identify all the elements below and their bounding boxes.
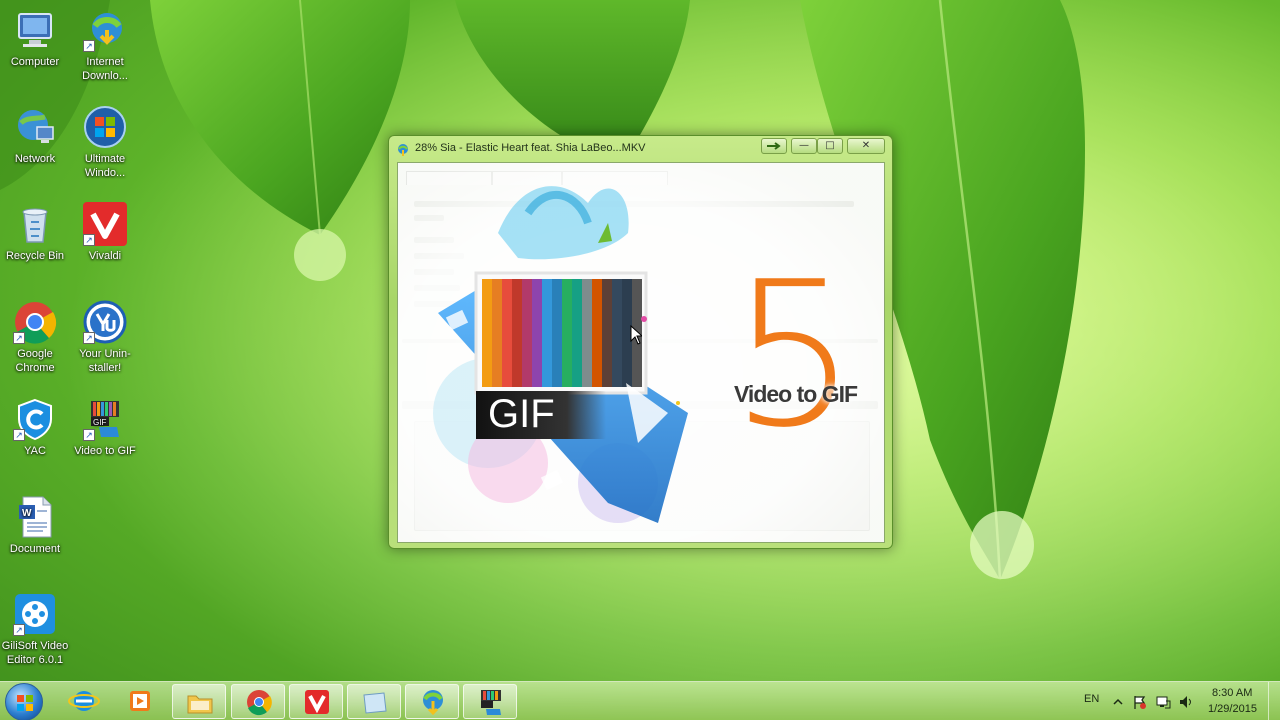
- desktop-icon-computer[interactable]: Computer: [0, 8, 70, 69]
- gif-badge-label: GIF: [488, 392, 555, 436]
- volume-icon[interactable]: [1178, 694, 1194, 710]
- internet-explorer-icon: [68, 691, 100, 711]
- video-to-gif-icon: [481, 690, 501, 715]
- chrome-icon: [247, 690, 272, 716]
- shortcut-arrow-icon: ↗: [83, 429, 95, 441]
- desktop-icon-video-to-gif[interactable]: GIF ↗ Video to GIF: [70, 397, 140, 458]
- taskbar-ie[interactable]: [57, 684, 111, 719]
- taskbar-video-to-gif[interactable]: [463, 684, 517, 719]
- window-title: 28% Sia - Elastic Heart feat. Shia LaBeo…: [415, 142, 646, 154]
- minimize-button[interactable]: —: [791, 138, 817, 154]
- clock-time[interactable]: 8:30 AM: [1212, 687, 1252, 699]
- taskbar: EN 8:30 AM 1/29/2015: [0, 681, 1280, 720]
- media-player-icon: [130, 691, 150, 711]
- svg-text:GIF: GIF: [93, 418, 106, 427]
- chrome-icon: ↗: [13, 300, 57, 344]
- desktop-icon-google-chrome[interactable]: ↗ Google Chrome: [0, 300, 70, 375]
- gilisoft-video-editor-icon: ↗: [13, 592, 57, 636]
- your-uninstaller-icon: ↗: [83, 300, 127, 344]
- taskbar-vivaldi[interactable]: [289, 684, 343, 719]
- action-center-flag-icon[interactable]: [1132, 694, 1148, 710]
- shortcut-arrow-icon: ↗: [13, 624, 25, 636]
- maximize-button[interactable]: □: [817, 138, 843, 154]
- desktop-icon-ultimate-windows[interactable]: Ultimate Windo...: [70, 105, 140, 180]
- version-number: 5: [730, 239, 858, 472]
- shortcut-arrow-icon: ↗: [83, 40, 95, 52]
- internet-download-manager-icon: ↗: [83, 8, 127, 52]
- network-tray-icon[interactable]: [1155, 694, 1171, 710]
- yac-icon: ↗: [13, 397, 57, 441]
- taskbar-blank-window[interactable]: [347, 684, 401, 719]
- shortcut-arrow-icon: ↗: [83, 234, 95, 246]
- arrow-right-icon: [767, 142, 781, 150]
- taskbar-chrome[interactable]: [231, 684, 285, 719]
- maximize-icon: □: [825, 140, 835, 151]
- ultimate-windows-icon: [83, 105, 127, 149]
- desktop-icon-network[interactable]: Network: [0, 105, 70, 166]
- internet-download-manager-icon: [423, 690, 443, 716]
- desktop-icon-yac[interactable]: ↗ YAC: [0, 397, 70, 458]
- video-to-gif-icon: GIF ↗: [83, 397, 127, 441]
- shortcut-arrow-icon: ↗: [83, 332, 95, 344]
- vivaldi-icon: ↗: [83, 202, 127, 246]
- file-explorer-icon: [187, 695, 213, 714]
- taskbar-file-explorer[interactable]: [172, 684, 226, 719]
- desktop-icon-document[interactable]: W Document: [0, 495, 70, 556]
- desktop-icon-vivaldi[interactable]: ↗ Vivaldi: [70, 202, 140, 263]
- color-bars: [482, 279, 642, 387]
- show-hidden-icons-icon[interactable]: [1112, 696, 1124, 708]
- vivaldi-icon: [305, 690, 329, 714]
- close-icon: ✕: [861, 140, 871, 151]
- window-client-area: GIF 5 Video to GIF: [397, 162, 885, 543]
- svg-text:W: W: [22, 508, 32, 519]
- clock-date[interactable]: 1/29/2015: [1208, 703, 1257, 715]
- desktop-icon-your-uninstaller[interactable]: ↗ Your Unin-staller!: [70, 300, 140, 375]
- product-name: Video to GIF: [734, 381, 858, 407]
- shortcut-arrow-icon: ↗: [13, 429, 25, 441]
- word-document-icon: W: [13, 495, 57, 539]
- minimize-icon: —: [799, 140, 809, 151]
- desktop-icon-gilisoft-video-editor[interactable]: ↗ GiliSoft Video Editor 6.0.1: [0, 592, 70, 667]
- windows-logo-icon: [17, 695, 33, 711]
- network-icon: [13, 105, 57, 149]
- window-extra-button[interactable]: [761, 138, 787, 154]
- computer-icon: [13, 8, 57, 52]
- mouse-cursor-icon: [630, 325, 642, 345]
- recycle-bin-icon: [13, 202, 57, 246]
- desktop-icon-internet-download-manager[interactable]: ↗ Internet Downlo...: [70, 8, 140, 83]
- video-to-gif-window[interactable]: 28% Sia - Elastic Heart feat. Shia LaBeo…: [388, 135, 893, 549]
- idm-app-icon: [396, 142, 410, 156]
- close-button[interactable]: ✕: [847, 138, 885, 154]
- start-button[interactable]: [5, 683, 43, 720]
- blank-window-icon: [363, 692, 387, 714]
- desktop-icon-recycle-bin[interactable]: Recycle Bin: [0, 202, 70, 263]
- show-desktop-button[interactable]: [1268, 682, 1280, 720]
- taskbar-media-player[interactable]: [113, 684, 167, 719]
- language-indicator[interactable]: EN: [1084, 693, 1099, 705]
- shortcut-arrow-icon: ↗: [13, 332, 25, 344]
- taskbar-internet-download-manager[interactable]: [405, 684, 459, 719]
